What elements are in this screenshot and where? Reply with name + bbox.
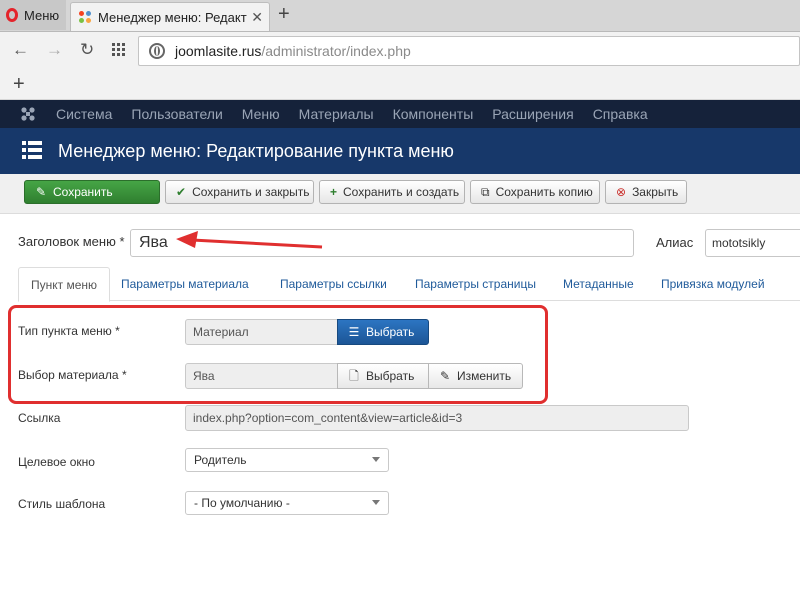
nav-extensions[interactable]: Расширения bbox=[492, 106, 573, 122]
link-label: Ссылка bbox=[18, 411, 61, 425]
nav-help[interactable]: Справка bbox=[593, 106, 648, 122]
edit-article-label: Изменить bbox=[457, 369, 512, 383]
list-icon: ☰ bbox=[348, 325, 360, 339]
new-tab-button[interactable]: + bbox=[278, 3, 290, 26]
tab-close-icon[interactable]: ✕ bbox=[251, 9, 263, 26]
address-bar-row: ← → ↻ joomlasite.rus/administrator/index… bbox=[0, 32, 800, 70]
alias-label: Алиас bbox=[656, 235, 694, 250]
copy-icon: ⧉ bbox=[481, 185, 490, 199]
tab-metadata[interactable]: Метаданные bbox=[551, 267, 646, 301]
page-title-bar: Менеджер меню: Редактирование пункта мен… bbox=[0, 128, 800, 174]
url-host: joomlasite.rus bbox=[175, 43, 262, 59]
browser-tab-title: Менеджер меню: Редакт bbox=[98, 9, 247, 25]
menu-type-field: Материал bbox=[185, 319, 338, 345]
save-close-label: Сохранить и закрыть bbox=[192, 185, 310, 199]
chevron-down-icon bbox=[372, 457, 380, 462]
reload-icon[interactable]: ↻ bbox=[80, 40, 94, 60]
tab-article-options[interactable]: Параметры материала bbox=[109, 267, 261, 301]
link-field: index.php?option=com_content&view=articl… bbox=[185, 405, 689, 431]
edit-icon: ✎ bbox=[439, 369, 451, 383]
save-button-label: Сохранить bbox=[53, 185, 113, 199]
nav-components[interactable]: Компоненты bbox=[393, 106, 474, 122]
globe-icon bbox=[149, 43, 165, 59]
alias-input[interactable]: mototsikly bbox=[705, 229, 800, 257]
template-style-value: - По умолчанию - bbox=[194, 496, 290, 510]
add-bookmark-button[interactable]: + bbox=[13, 73, 25, 96]
opera-logo-icon bbox=[6, 8, 18, 22]
article-label: Выбор материала * bbox=[18, 368, 127, 382]
list-icon bbox=[22, 140, 42, 160]
browser-tab-active[interactable]: Менеджер меню: Редакт ✕ bbox=[70, 2, 270, 31]
bookmarks-bar: + bbox=[0, 70, 800, 100]
page-title: Менеджер меню: Редактирование пункта мен… bbox=[58, 141, 454, 161]
nav-menus[interactable]: Меню bbox=[242, 106, 280, 122]
target-window-select[interactable]: Родитель bbox=[185, 448, 389, 472]
chevron-down-icon bbox=[372, 500, 380, 505]
select-type-button[interactable]: ☰ Выбрать bbox=[337, 319, 429, 345]
nav-content[interactable]: Материалы bbox=[299, 106, 374, 122]
target-window-label: Целевое окно bbox=[18, 455, 95, 469]
annotation-arrow-icon bbox=[176, 231, 323, 249]
close-button[interactable]: ⊗ Закрыть bbox=[605, 180, 687, 204]
tab-module-assignment[interactable]: Привязка модулей bbox=[649, 267, 777, 301]
tab-page-display[interactable]: Параметры страницы bbox=[403, 267, 548, 301]
save-copy-button[interactable]: ⧉ Сохранить копию bbox=[470, 180, 600, 204]
opera-menu-label: Меню bbox=[24, 7, 60, 23]
select-type-label: Выбрать bbox=[366, 325, 415, 339]
select-article-label: Выбрать bbox=[366, 369, 415, 383]
save-copy-label: Сохранить копию bbox=[495, 185, 593, 199]
title-label: Заголовок меню * bbox=[18, 234, 125, 249]
tab-menu-item[interactable]: Пункт меню bbox=[18, 267, 111, 302]
back-arrow-icon[interactable]: ← bbox=[12, 40, 29, 60]
opera-menu-button[interactable]: Меню bbox=[0, 0, 66, 30]
edit-icon: ✎ bbox=[35, 185, 47, 199]
tab-link-options[interactable]: Параметры ссылки bbox=[268, 267, 399, 301]
nav-system[interactable]: Система bbox=[56, 106, 112, 122]
file-icon: 🗋 bbox=[349, 369, 359, 383]
check-icon: ✔ bbox=[176, 185, 187, 199]
url-input[interactable]: joomlasite.rus/administrator/index.php bbox=[138, 36, 800, 66]
toolbar: ✎ Сохранить ✔ Сохранить и закрыть + Сохр… bbox=[0, 174, 800, 214]
menu-type-label: Тип пункта меню * bbox=[18, 324, 120, 338]
joomla-logo-icon[interactable] bbox=[0, 100, 56, 128]
admin-top-nav: Система Пользователи Меню Материалы Комп… bbox=[0, 100, 800, 128]
save-close-button[interactable]: ✔ Сохранить и закрыть bbox=[165, 180, 314, 204]
close-label: Закрыть bbox=[632, 185, 679, 199]
browser-tab-bar: Меню Менеджер меню: Редакт ✕ + bbox=[0, 0, 800, 32]
save-new-button[interactable]: + Сохранить и создать bbox=[319, 180, 465, 204]
speed-dial-grid-icon[interactable] bbox=[112, 42, 126, 62]
save-new-label: Сохранить и создать bbox=[343, 185, 460, 199]
nav-users[interactable]: Пользователи bbox=[131, 106, 222, 122]
joomla-favicon-icon bbox=[79, 10, 92, 24]
forward-arrow-icon[interactable]: → bbox=[46, 40, 63, 60]
close-circle-icon: ⊗ bbox=[616, 185, 627, 199]
save-button[interactable]: ✎ Сохранить bbox=[24, 180, 160, 204]
edit-article-button[interactable]: ✎ Изменить bbox=[428, 363, 523, 389]
template-style-label: Стиль шаблона bbox=[18, 497, 106, 511]
article-field: Ява bbox=[185, 363, 338, 389]
url-path: /administrator/index.php bbox=[261, 43, 411, 59]
edit-tabs: Пункт меню Параметры материала Параметры… bbox=[18, 267, 800, 302]
template-style-select[interactable]: - По умолчанию - bbox=[185, 491, 389, 515]
select-article-button[interactable]: 🗋 Выбрать bbox=[337, 363, 429, 389]
plus-icon: + bbox=[330, 185, 338, 199]
target-window-value: Родитель bbox=[194, 453, 247, 467]
